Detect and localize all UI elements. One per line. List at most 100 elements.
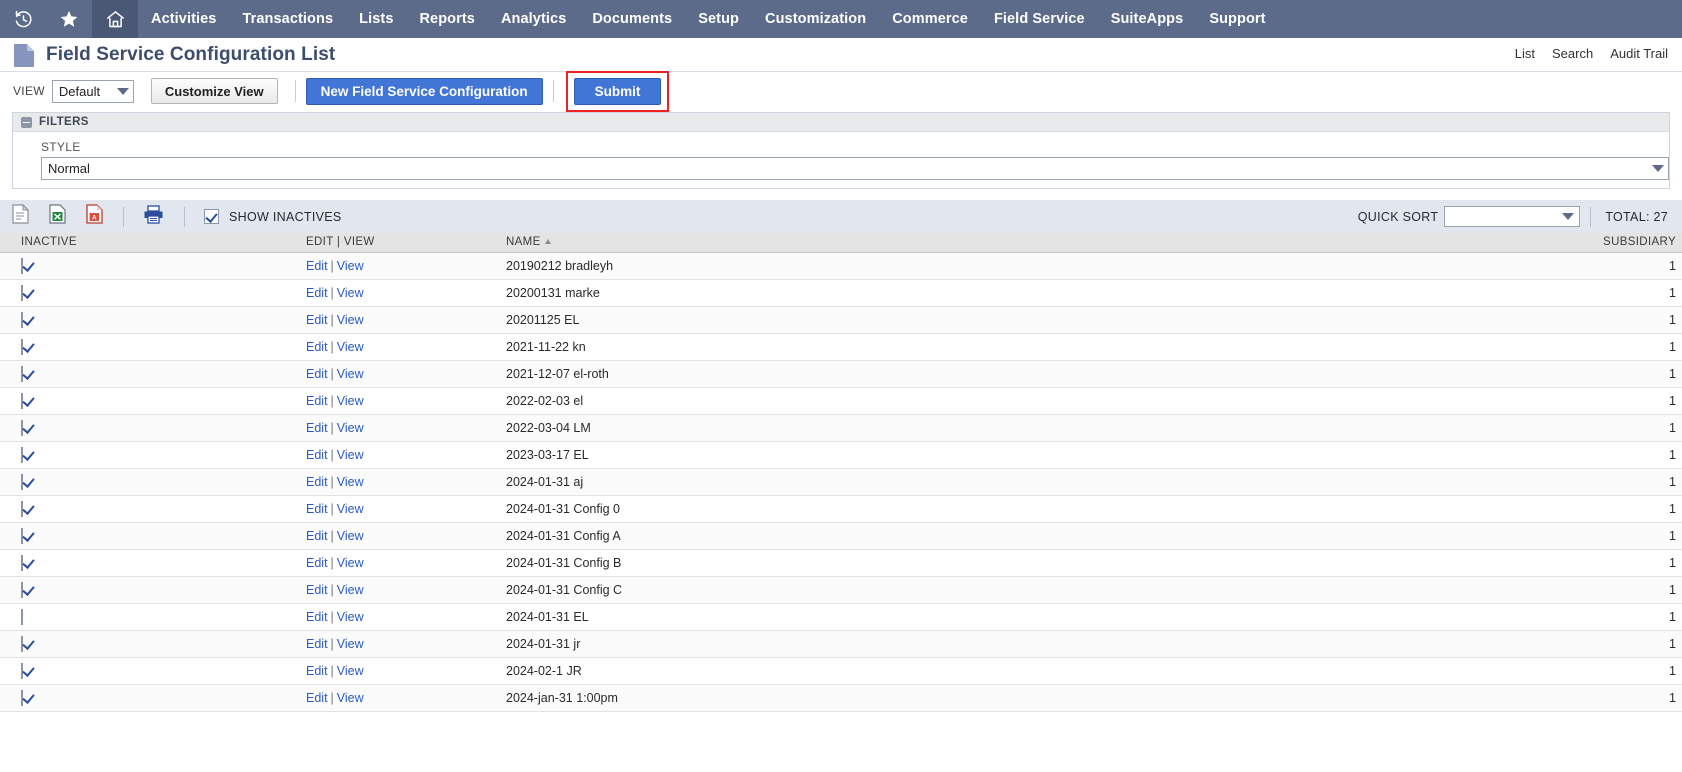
- inactive-checkbox[interactable]: [21, 446, 23, 463]
- edit-link[interactable]: Edit: [306, 394, 328, 408]
- edit-link[interactable]: Edit: [306, 502, 328, 516]
- view-link[interactable]: View: [337, 475, 364, 489]
- link-separator: |: [330, 663, 334, 678]
- link-search[interactable]: Search: [1552, 46, 1593, 61]
- nav-item-suiteapps[interactable]: SuiteApps: [1098, 0, 1197, 38]
- global-navigation-bar: Activities Transactions Lists Reports An…: [0, 0, 1682, 38]
- column-header-edit-view[interactable]: EDIT | VIEW: [300, 233, 500, 253]
- submit-button[interactable]: Submit: [573, 77, 662, 105]
- edit-link[interactable]: Edit: [306, 475, 328, 489]
- view-link[interactable]: View: [337, 610, 364, 624]
- view-link[interactable]: View: [337, 637, 364, 651]
- inactive-checkbox[interactable]: [21, 608, 23, 625]
- inactive-checkbox[interactable]: [21, 311, 23, 328]
- show-inactives-checkbox[interactable]: [204, 209, 219, 224]
- edit-link[interactable]: Edit: [306, 421, 328, 435]
- column-header-subsidiary[interactable]: SUBSIDIARY: [1160, 233, 1682, 253]
- nav-item-lists[interactable]: Lists: [346, 0, 406, 38]
- style-select[interactable]: Normal: [41, 157, 1669, 180]
- export-csv-icon[interactable]: [12, 203, 30, 229]
- nav-item-commerce[interactable]: Commerce: [879, 0, 981, 38]
- view-link[interactable]: View: [337, 691, 364, 705]
- inactive-checkbox[interactable]: [21, 338, 23, 355]
- column-header-inactive[interactable]: INACTIVE: [0, 233, 300, 253]
- recent-history-icon[interactable]: [0, 0, 46, 38]
- cell-subsidiary: 1: [1160, 441, 1682, 469]
- view-select[interactable]: Default: [51, 79, 134, 103]
- inactive-checkbox[interactable]: [21, 635, 23, 652]
- inactive-checkbox[interactable]: [21, 473, 23, 490]
- edit-link[interactable]: Edit: [306, 529, 328, 543]
- inactive-checkbox[interactable]: [21, 500, 23, 517]
- inactive-checkbox[interactable]: [21, 527, 23, 544]
- cell-subsidiary: 1: [1160, 657, 1682, 685]
- inactive-checkbox[interactable]: [21, 662, 23, 679]
- cell-inactive: [0, 468, 300, 496]
- edit-link[interactable]: Edit: [306, 691, 328, 705]
- print-icon[interactable]: [143, 204, 164, 229]
- inactive-checkbox[interactable]: [21, 257, 23, 274]
- new-field-service-configuration-button[interactable]: New Field Service Configuration: [305, 77, 543, 105]
- link-separator: |: [330, 690, 334, 705]
- view-link[interactable]: View: [337, 664, 364, 678]
- nav-item-support[interactable]: Support: [1196, 0, 1278, 38]
- nav-item-setup[interactable]: Setup: [685, 0, 752, 38]
- view-link[interactable]: View: [337, 421, 364, 435]
- edit-link[interactable]: Edit: [306, 664, 328, 678]
- view-link[interactable]: View: [337, 340, 364, 354]
- filters-header[interactable]: FILTERS: [13, 113, 1669, 132]
- cell-subsidiary: 1: [1160, 306, 1682, 334]
- view-link[interactable]: View: [337, 394, 364, 408]
- edit-link[interactable]: Edit: [306, 313, 328, 327]
- nav-item-reports[interactable]: Reports: [406, 0, 488, 38]
- export-pdf-icon[interactable]: A: [86, 204, 103, 229]
- inactive-checkbox[interactable]: [21, 365, 23, 382]
- nav-item-transactions[interactable]: Transactions: [229, 0, 346, 38]
- nav-item-documents[interactable]: Documents: [579, 0, 685, 38]
- inactive-checkbox[interactable]: [21, 581, 23, 598]
- view-link[interactable]: View: [337, 502, 364, 516]
- link-list[interactable]: List: [1515, 46, 1535, 61]
- customize-view-button[interactable]: Customize View: [150, 78, 278, 104]
- edit-link[interactable]: Edit: [306, 340, 328, 354]
- inactive-checkbox[interactable]: [21, 284, 23, 301]
- view-link[interactable]: View: [337, 556, 364, 570]
- view-link[interactable]: View: [337, 529, 364, 543]
- inactive-checkbox[interactable]: [21, 689, 23, 706]
- view-link[interactable]: View: [337, 448, 364, 462]
- link-audit-trail[interactable]: Audit Trail: [1610, 46, 1668, 61]
- nav-item-activities[interactable]: Activities: [138, 0, 229, 38]
- nav-item-customization[interactable]: Customization: [752, 0, 879, 38]
- edit-link[interactable]: Edit: [306, 637, 328, 651]
- action-toolbar: VIEW Default Customize View New Field Se…: [0, 70, 1682, 112]
- nav-item-analytics[interactable]: Analytics: [488, 0, 579, 38]
- toolbar-divider: [294, 80, 296, 102]
- cell-edit-view: Edit | View: [300, 549, 500, 577]
- view-link[interactable]: View: [337, 313, 364, 327]
- favorites-icon[interactable]: [46, 0, 92, 38]
- view-link[interactable]: View: [337, 286, 364, 300]
- edit-link[interactable]: Edit: [306, 367, 328, 381]
- edit-link[interactable]: Edit: [306, 448, 328, 462]
- cell-edit-view: Edit | View: [300, 414, 500, 442]
- inactive-checkbox[interactable]: [21, 554, 23, 571]
- quick-sort-select[interactable]: [1444, 206, 1581, 227]
- inactive-checkbox[interactable]: [21, 419, 23, 436]
- nav-item-field-service[interactable]: Field Service: [981, 0, 1098, 38]
- edit-link[interactable]: Edit: [306, 259, 328, 273]
- inactive-checkbox[interactable]: [21, 392, 23, 409]
- export-excel-icon[interactable]: [49, 204, 66, 229]
- column-header-name[interactable]: NAME: [500, 233, 1160, 253]
- table-row: Edit | View 2024-01-31 Config 01: [0, 495, 1682, 523]
- edit-link[interactable]: Edit: [306, 610, 328, 624]
- view-link[interactable]: View: [337, 367, 364, 381]
- edit-link[interactable]: Edit: [306, 583, 328, 597]
- collapse-icon[interactable]: [21, 116, 32, 128]
- view-link[interactable]: View: [337, 583, 364, 597]
- edit-link[interactable]: Edit: [306, 286, 328, 300]
- toolbar-divider-2: [552, 80, 554, 102]
- cell-edit-view: Edit | View: [300, 279, 500, 307]
- edit-link[interactable]: Edit: [306, 556, 328, 570]
- view-link[interactable]: View: [337, 259, 364, 273]
- home-icon[interactable]: [92, 0, 138, 38]
